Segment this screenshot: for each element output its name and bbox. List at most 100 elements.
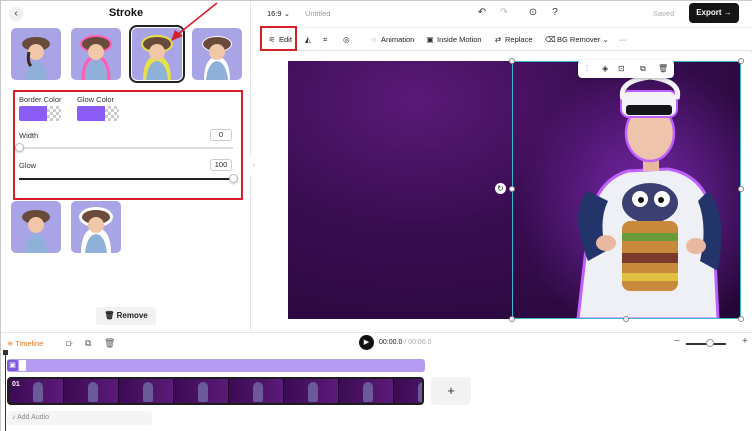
align-icon[interactable]: ⫶ xyxy=(586,63,588,75)
zoom-in-icon[interactable]: + xyxy=(742,336,748,347)
preview-icon[interactable]: ⊙ xyxy=(527,7,539,19)
aspect-ratio-select[interactable]: 16:9 ⌄ xyxy=(267,9,290,18)
frame-figure xyxy=(363,382,373,402)
arrow-right-icon: → xyxy=(723,8,732,17)
export-button[interactable]: Export → xyxy=(689,3,739,23)
delete-icon[interactable]: 🗑 xyxy=(658,63,668,75)
overlay-track[interactable] xyxy=(7,359,425,372)
add-clip-button[interactable]: + xyxy=(431,377,471,405)
glow-label: Glow xyxy=(19,161,37,170)
help-icon[interactable]: ? xyxy=(549,7,561,19)
video-track[interactable]: 01 xyxy=(7,377,424,405)
resize-handle-bottom[interactable] xyxy=(623,316,629,322)
glow-slider-fill xyxy=(19,178,233,180)
frame-figure xyxy=(143,382,153,402)
width-slider-track[interactable] xyxy=(19,147,233,149)
timeline-label: Timeline xyxy=(15,339,44,348)
project-title[interactable]: Untitled xyxy=(305,9,330,18)
glow-slider-track[interactable] xyxy=(19,178,233,180)
frame-figure xyxy=(88,382,98,402)
copy-icon[interactable]: ⧉ xyxy=(85,337,91,349)
saved-status: Saved xyxy=(653,9,675,18)
glow-value-input[interactable]: 100 xyxy=(210,159,232,171)
element-float-toolbar: ⫶ ◈ ⊡ ⧉ 🗑 xyxy=(578,60,674,78)
border-color-label: Border Color xyxy=(19,95,62,104)
add-audio-button[interactable]: ♪ Add Audio xyxy=(7,411,152,425)
stroke-style-pink-glow[interactable] xyxy=(71,28,121,80)
export-label: Export xyxy=(696,8,722,17)
playhead-marker[interactable] xyxy=(3,350,8,355)
resize-handle-top-left[interactable] xyxy=(509,58,515,64)
timeline-toggle[interactable]: ≋ Timeline xyxy=(7,338,43,350)
replace-button[interactable]: ⇄ Replace xyxy=(493,33,533,47)
border-color-swatch[interactable] xyxy=(19,106,61,121)
glow-color-swatch[interactable] xyxy=(77,106,119,121)
total-time: / 00:06.0 xyxy=(404,339,432,346)
mask-icon[interactable]: ◎ xyxy=(343,33,350,47)
border-color-fill xyxy=(19,106,47,121)
frame-figure xyxy=(198,382,208,402)
video-frame xyxy=(119,379,174,403)
stroke-style-none[interactable] xyxy=(11,28,61,80)
duplicate-icon[interactable]: ⧉ xyxy=(640,63,646,75)
trash-icon[interactable]: 🗑 xyxy=(104,337,115,349)
add-audio-label: Add Audio xyxy=(17,414,49,421)
top-bar: 16:9 ⌄ Untitled ↶ ↷ ⊙ ? Saved Export → xyxy=(259,1,752,27)
aspect-ratio-value: 16:9 xyxy=(267,9,282,18)
animation-button[interactable]: ◌ Animation xyxy=(369,33,415,47)
video-frame xyxy=(174,379,229,403)
glow-color-fill xyxy=(77,106,105,121)
bg-remover-button[interactable]: ⌫BG Remover ⌄ xyxy=(545,33,609,47)
more-options-button[interactable]: ··· xyxy=(619,33,627,47)
timeline-panel: ≋ Timeline ⟥ ⧉ 🗑 ▶ 00:00.0 / 00:06.0 − +… xyxy=(1,332,752,431)
layers-icon[interactable]: ◈ xyxy=(602,63,608,75)
resize-handle-bottom-right[interactable] xyxy=(738,316,744,322)
timeline-icon: ≋ xyxy=(7,339,16,348)
current-time: 00:00.0 xyxy=(379,339,403,346)
video-frame xyxy=(394,379,422,403)
eraser-icon: ⌫ xyxy=(545,35,556,44)
inside-motion-icon: ▣ xyxy=(426,35,434,44)
resize-handle-right[interactable] xyxy=(738,186,744,192)
collapse-panel-handle[interactable]: ‹ xyxy=(249,156,259,176)
resize-handle-bottom-left[interactable] xyxy=(509,316,515,322)
selection-box[interactable] xyxy=(512,61,741,319)
inside-motion-button[interactable]: ▣ Inside Motion xyxy=(425,33,482,47)
stroke-panel: ‹ Stroke Border Color Glow Color Width 0… xyxy=(1,1,251,331)
stroke-style-white-thick[interactable] xyxy=(71,201,121,253)
flip-icon[interactable]: ◭ xyxy=(305,33,311,47)
lock-icon[interactable]: ⊡ xyxy=(618,63,625,75)
animation-label: Animation xyxy=(381,35,415,44)
stroke-style-thin[interactable] xyxy=(11,201,61,253)
image-layer-icon: ▣ xyxy=(7,360,18,371)
zoom-out-icon[interactable]: − xyxy=(674,336,680,347)
frame-figure xyxy=(418,382,422,402)
track-number: 01 xyxy=(12,381,20,388)
zoom-slider-knob[interactable] xyxy=(706,339,714,347)
playhead[interactable] xyxy=(5,351,6,431)
transparent-swatch xyxy=(105,106,119,121)
video-frame xyxy=(339,379,394,403)
undo-icon[interactable]: ↶ xyxy=(476,7,488,19)
inside-motion-label: Inside Motion xyxy=(437,35,482,44)
edit-highlight xyxy=(260,26,297,51)
width-label: Width xyxy=(19,131,39,140)
width-value-input[interactable]: 0 xyxy=(210,129,232,141)
remove-button[interactable]: 🗑 Remove xyxy=(96,307,156,325)
crop-icon[interactable]: ⌗ xyxy=(323,33,327,47)
replace-icon: ⇄ xyxy=(494,35,502,44)
glow-slider-knob[interactable] xyxy=(229,174,238,183)
width-slider-knob[interactable] xyxy=(15,143,24,152)
redo-icon[interactable]: ↷ xyxy=(498,7,510,19)
trash-icon: 🗑 xyxy=(104,311,115,320)
app-window: ‹ Stroke Border Color Glow Color Width 0… xyxy=(0,0,752,431)
resize-handle-top-right[interactable] xyxy=(738,58,744,64)
replace-label: Replace xyxy=(505,35,533,44)
resize-handle-left[interactable] xyxy=(509,186,515,192)
play-button[interactable]: ▶ xyxy=(359,335,374,350)
bg-remover-label: BG Remover xyxy=(557,35,601,44)
video-frame xyxy=(64,379,119,403)
rotate-icon[interactable]: ↻ xyxy=(495,183,506,194)
split-icon[interactable]: ⟥ xyxy=(66,337,73,349)
transparent-swatch xyxy=(47,106,61,121)
